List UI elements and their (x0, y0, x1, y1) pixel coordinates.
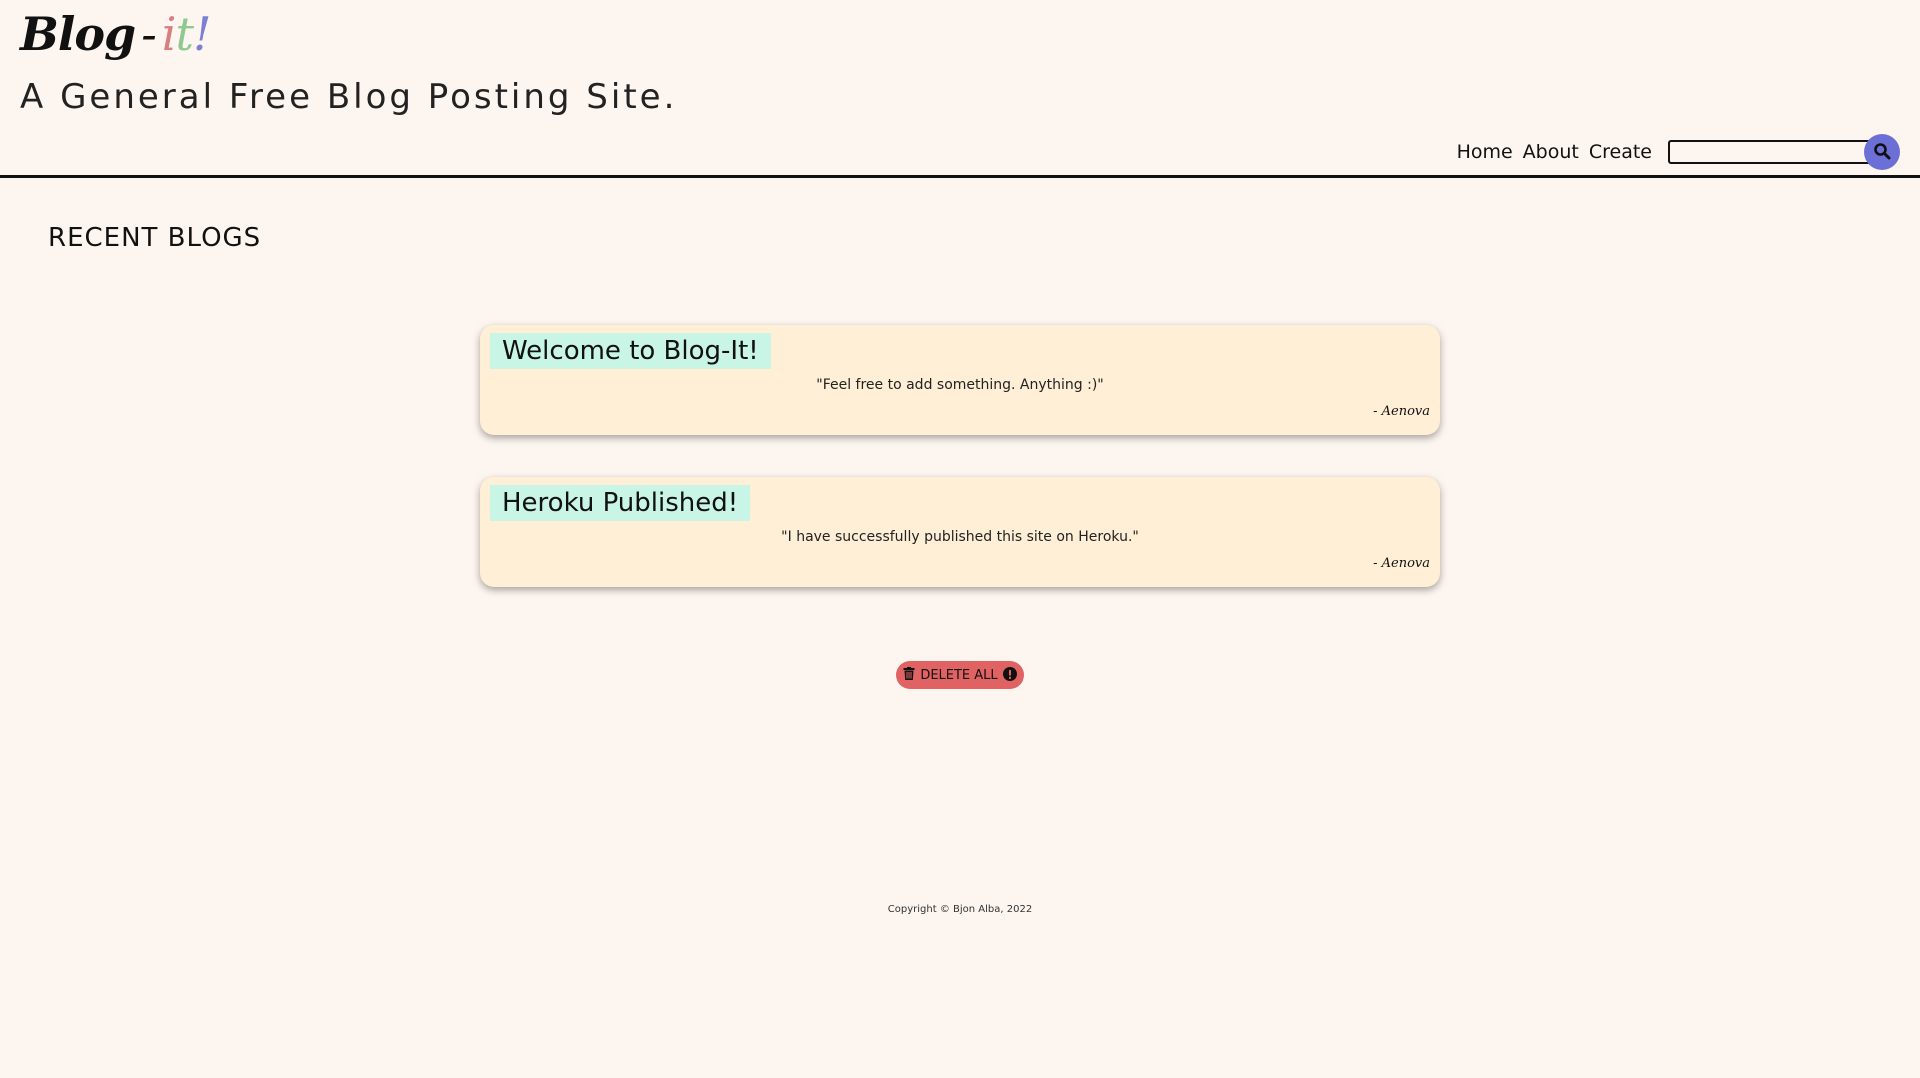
trash-icon (903, 667, 915, 683)
nav-link-home[interactable]: Home (1457, 141, 1513, 163)
blog-card-title: Heroku Published! (490, 485, 751, 521)
blog-card-text: "Feel free to add something. Anything :)… (816, 377, 1104, 393)
nav-link-about[interactable]: About (1523, 141, 1579, 163)
site-logo[interactable]: Blog - it! (20, 4, 211, 64)
exclamation-circle-icon (1002, 666, 1017, 684)
search-icon (1873, 142, 1891, 163)
site-footer: Copyright © Bjon Alba, 2022 (0, 904, 1920, 915)
logo-main-text: Blog (20, 7, 136, 61)
blog-card-title: Welcome to Blog-It! (490, 333, 771, 369)
site-tagline: A General Free Blog Posting Site. (20, 77, 678, 117)
site-header: Blog - it! A General Free Blog Posting Sit… (0, 0, 1920, 178)
nav-link-create[interactable]: Create (1589, 141, 1652, 163)
delete-all-button[interactable]: DELETE ALL (896, 661, 1024, 689)
search-box (1668, 134, 1900, 170)
section-title-recent-blogs: RECENT BLOGS (48, 223, 262, 253)
logo-separator: - (141, 7, 157, 61)
search-button[interactable] (1864, 134, 1900, 170)
search-input[interactable] (1668, 140, 1878, 164)
main-nav: Home About Create (1457, 133, 1900, 171)
blog-card[interactable]: Welcome to Blog-It! "Feel free to add so… (480, 325, 1440, 435)
blog-card-author: - Aenova (1373, 556, 1430, 571)
delete-all-label: DELETE ALL (920, 667, 998, 683)
copyright-text: Copyright © Bjon Alba, 2022 (887, 904, 1033, 915)
logo-accent-i: i (161, 7, 177, 61)
logo-accent-t: t (175, 7, 193, 61)
blog-card-text: "I have successfully published this site… (781, 529, 1139, 545)
blog-card[interactable]: Heroku Published! "I have successfully p… (480, 477, 1440, 587)
blog-card-author: - Aenova (1373, 404, 1430, 419)
logo-accent-bang: ! (192, 7, 211, 61)
